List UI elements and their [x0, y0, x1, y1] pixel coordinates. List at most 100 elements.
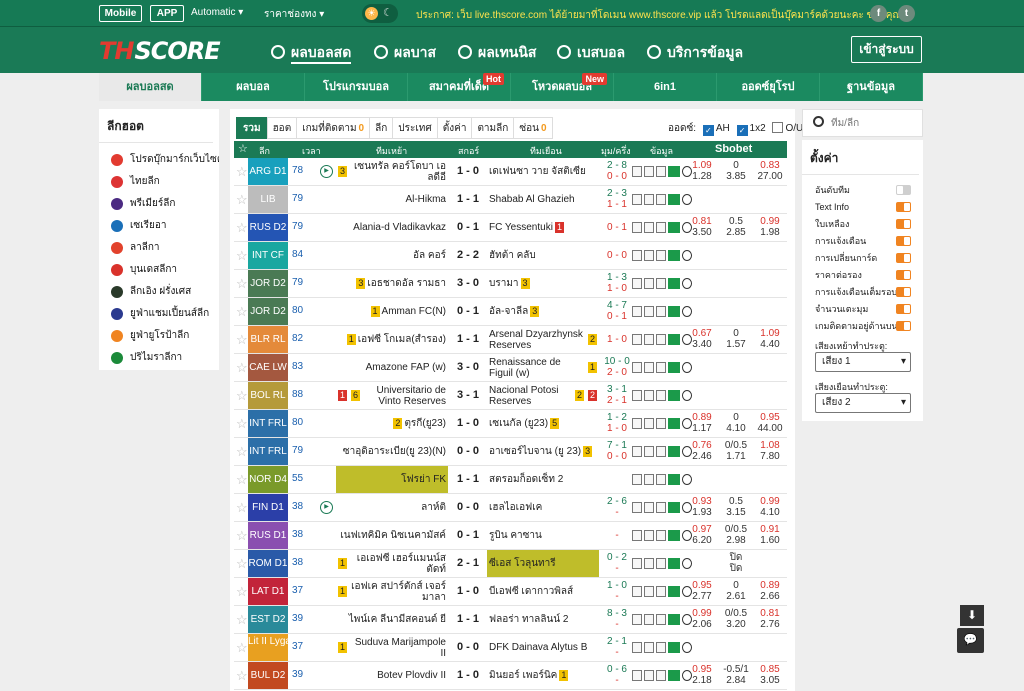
sidebar-item-laliga[interactable]: ลาลีกา — [99, 237, 219, 259]
away-team[interactable]: รูบิน คาซาน — [487, 522, 599, 549]
odds-col[interactable]: 0.93 1.93 — [684, 496, 720, 518]
match-score[interactable]: 1 - 0 — [452, 417, 484, 429]
match-row[interactable]: ☆ INT CF 84 อัล คอร์ 2 - 2 ฮัทต้า คลับ 0 - 0 — [234, 242, 787, 270]
favorite-star-icon[interactable]: ☆ — [236, 249, 248, 262]
flag-icon[interactable] — [632, 642, 642, 653]
flag-icon[interactable] — [632, 166, 642, 177]
tab-settings[interactable]: ตั้งค่า — [436, 117, 473, 139]
favorite-star-icon[interactable]: ☆ — [236, 193, 248, 206]
away-team[interactable]: มินยอร์ เพอร์นิค 1 — [487, 662, 599, 689]
chart-icon[interactable] — [644, 446, 654, 457]
league-badge[interactable]: RUS D1 — [248, 522, 288, 549]
away-team[interactable]: บรามา 3 — [487, 270, 599, 297]
match-score[interactable]: 0 - 1 — [452, 305, 484, 317]
match-score[interactable]: 1 - 0 — [452, 585, 484, 597]
stats-icon[interactable] — [668, 250, 680, 261]
league-badge[interactable]: CAE LW — [248, 354, 288, 381]
flag-icon[interactable] — [632, 558, 642, 569]
shirt-icon[interactable] — [656, 390, 666, 401]
chart-icon[interactable] — [644, 502, 654, 513]
odds-col[interactable]: 0.81 2.76 — [752, 608, 788, 630]
league-badge[interactable]: ROM D1 — [248, 550, 288, 577]
ou-checkbox[interactable] — [772, 122, 784, 133]
stats-icon[interactable] — [668, 502, 680, 513]
chart-icon[interactable] — [644, 166, 654, 177]
nav-data-service[interactable]: บริการข้อมูล — [647, 42, 743, 64]
away-team[interactable]: เฮลไอเอฟเค — [487, 494, 599, 521]
match-score[interactable]: 1 - 0 — [452, 669, 484, 681]
favorite-star-icon[interactable]: ☆ — [236, 641, 248, 654]
league-badge[interactable]: BLR RL — [248, 326, 288, 353]
home-team[interactable]: Amazone FAP (w) — [336, 354, 448, 381]
match-score[interactable]: 3 - 0 — [452, 361, 484, 373]
home-team[interactable]: Al-Hikma — [336, 186, 448, 213]
favorite-star-icon[interactable]: ☆ — [236, 361, 248, 374]
home-team[interactable]: 3 เอธชาดอัล รามธา — [336, 270, 448, 297]
match-score[interactable]: 1 - 1 — [452, 193, 484, 205]
chart-icon[interactable] — [644, 558, 654, 569]
away-team[interactable]: DFK Dainava Alytus B — [487, 634, 599, 661]
shirt-icon[interactable] — [656, 670, 666, 681]
sidebar-item-uel[interactable]: ยูฟ่ายูโรป้าลีก — [99, 325, 219, 347]
nav-basketball[interactable]: ผลบาส — [374, 42, 436, 64]
ball-icon[interactable] — [682, 306, 692, 317]
ball-icon[interactable] — [682, 558, 692, 569]
league-badge[interactable]: Lit II Lyga — [248, 634, 288, 661]
shirt-icon[interactable] — [656, 586, 666, 597]
ball-icon[interactable] — [682, 278, 692, 289]
chart-icon[interactable] — [644, 614, 654, 625]
favorite-star-icon[interactable]: ☆ — [236, 221, 248, 234]
stats-icon[interactable] — [668, 194, 680, 205]
favorite-star-icon[interactable]: ☆ — [236, 417, 248, 430]
favorite-star-icon[interactable]: ☆ — [236, 165, 248, 178]
home-team[interactable]: 3 เซนทรัล คอร์โดบา เอลดีอี — [336, 158, 448, 185]
away-team[interactable]: ซีเอส โวลุนทารี — [487, 550, 599, 577]
league-badge[interactable]: LAT D1 — [248, 578, 288, 605]
flag-icon[interactable] — [632, 530, 642, 541]
shirt-icon[interactable] — [656, 446, 666, 457]
odds-col[interactable]: 0/0.5 1.71 — [718, 440, 754, 462]
chart-icon[interactable] — [644, 278, 654, 289]
match-row[interactable]: ☆ JOR D2 80 1 Amman FC(N) 0 - 1 อัล-จาลีล 3 4 - … — [234, 298, 787, 326]
tab-all[interactable]: รวม — [236, 117, 268, 139]
setting-item[interactable]: เกมติดตามอยู่ด้านบน — [802, 318, 923, 335]
flag-icon[interactable] — [632, 474, 642, 485]
shirt-icon[interactable] — [656, 502, 666, 513]
chart-icon[interactable] — [644, 222, 654, 233]
match-row[interactable]: ☆ Lit II Lyga 37 1 Suduva Marijampole II 0 - … — [234, 634, 787, 662]
tab-league[interactable]: ลีก — [369, 117, 394, 139]
odds-col[interactable]: 0.95 44.00 — [752, 412, 788, 434]
chart-icon[interactable] — [644, 418, 654, 429]
odds-col[interactable]: 0 4.10 — [718, 412, 754, 434]
odds-col[interactable]: 0.97 6.20 — [684, 524, 720, 546]
favorite-star-icon[interactable]: ☆ — [236, 529, 248, 542]
shirt-icon[interactable] — [656, 334, 666, 345]
odds-col[interactable]: 0.83 27.00 — [752, 160, 788, 182]
stats-icon[interactable] — [668, 586, 680, 597]
favorite-star-icon[interactable]: ☆ — [236, 585, 248, 598]
odds-col[interactable]: 1.08 7.80 — [752, 440, 788, 462]
match-score[interactable]: 0 - 1 — [452, 529, 484, 541]
league-badge[interactable]: ARG D1 — [248, 158, 288, 185]
shirt-icon[interactable] — [656, 278, 666, 289]
shirt-icon[interactable] — [656, 418, 666, 429]
toggle-switch[interactable] — [896, 321, 911, 331]
league-badge[interactable]: INT FRL — [248, 438, 288, 465]
flag-icon[interactable] — [632, 418, 642, 429]
stats-icon[interactable] — [668, 306, 680, 317]
away-team[interactable]: บีเอฟซี เดากาวพิลส์ — [487, 578, 599, 605]
toggle-switch[interactable] — [896, 287, 911, 297]
scroll-down-button[interactable]: ⬇ — [960, 605, 984, 626]
subnav-live[interactable]: ผลบอลสด — [99, 73, 202, 101]
shirt-icon[interactable] — [656, 306, 666, 317]
nav-baseball[interactable]: เบสบอล — [557, 42, 625, 64]
away-team[interactable]: Shabab Al Ghazieh — [487, 186, 599, 213]
flag-icon[interactable] — [632, 278, 642, 289]
setting-item[interactable]: Text Info — [802, 199, 923, 216]
tab-followed[interactable]: เกมที่ติดตาม 0 — [296, 117, 371, 139]
ball-icon[interactable] — [682, 390, 692, 401]
home-team[interactable]: เนฟเทคิมิค นิซเนคามัสค์ — [336, 522, 448, 549]
shirt-icon[interactable] — [656, 194, 666, 205]
flag-icon[interactable] — [632, 250, 642, 261]
chart-icon[interactable] — [644, 194, 654, 205]
